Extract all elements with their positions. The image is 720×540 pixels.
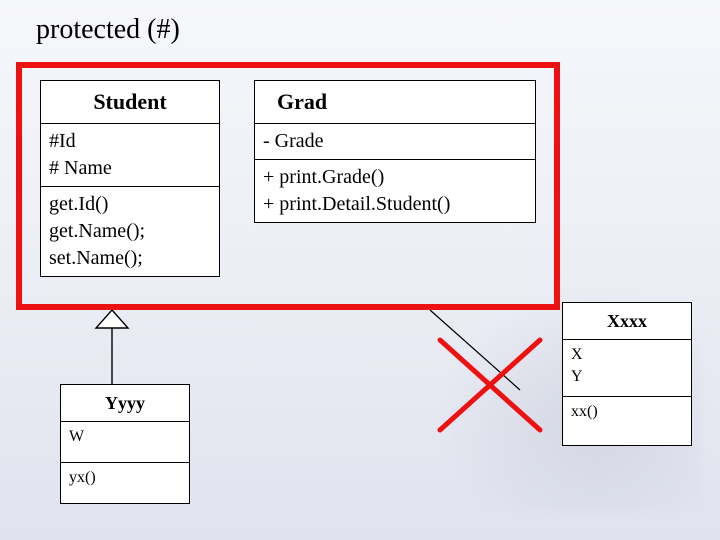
class-name-yyyy: Yyyy xyxy=(61,385,189,421)
class-attrs-grad: - Grade xyxy=(255,123,535,159)
uml-class-xxxx: Xxxx X Y xx() xyxy=(562,302,692,446)
class-ops-yyyy: yx() xyxy=(61,462,189,503)
class-ops-grad: + print.Grade() + print.Detail.Student() xyxy=(255,159,535,222)
class-name-student: Student xyxy=(41,81,219,123)
red-cross-icon xyxy=(440,340,540,430)
uml-class-yyyy: Yyyy W yx() xyxy=(60,384,190,504)
class-attrs-yyyy: W xyxy=(61,421,189,462)
slide-title: protected (#) xyxy=(36,14,180,46)
class-name-xxxx: Xxxx xyxy=(563,303,691,339)
class-attrs-xxxx: X Y xyxy=(563,339,691,396)
class-ops-xxxx: xx() xyxy=(563,396,691,445)
class-ops-student: get.Id() get.Name(); set.Name(); xyxy=(41,186,219,276)
uml-class-grad: Grad - Grade + print.Grade() + print.Det… xyxy=(254,80,536,223)
class-name-grad: Grad xyxy=(255,81,535,123)
class-attrs-student: #Id # Name xyxy=(41,123,219,186)
slide-canvas: protected (#) Student #Id # Name get.Id(… xyxy=(0,0,720,540)
uml-class-student: Student #Id # Name get.Id() get.Name(); … xyxy=(40,80,220,277)
association-grad-xxxx xyxy=(430,310,520,390)
inheritance-arrow-student-yyyy xyxy=(96,310,128,384)
